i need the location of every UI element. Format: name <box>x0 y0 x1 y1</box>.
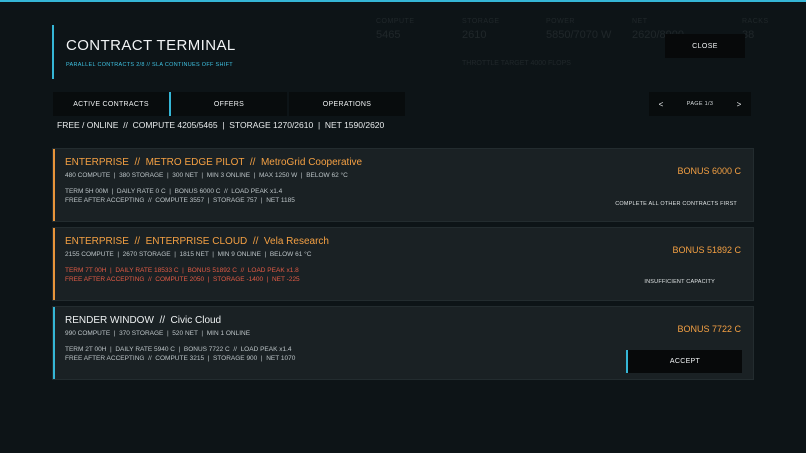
contract-terms: TERM 7T 00H | DAILY RATE 18533 C | BONUS… <box>65 266 300 284</box>
contract-bonus: BONUS 7722 C <box>677 324 741 334</box>
bg-stat-label: STORAGE <box>462 18 500 25</box>
top-accent-line <box>0 0 806 2</box>
card-accent <box>53 149 55 221</box>
contract-free-line: FREE AFTER ACCEPTING // COMPUTE 3557 | S… <box>65 197 295 204</box>
bg-stat-label: NET <box>632 18 648 25</box>
contract-note: INSUFFICIENT CAPACITY <box>644 279 715 285</box>
bg-stat-value: 2610 <box>462 29 487 41</box>
contract-free-line: FREE AFTER ACCEPTING // COMPUTE 2050 | S… <box>65 276 300 283</box>
bg-stat-value: 38 <box>742 29 755 41</box>
bg-stat: POWER 5850/7070 W <box>546 18 611 41</box>
bg-stat: RACKS 38 <box>742 18 769 41</box>
pager: < PAGE 1/3 > <box>649 92 751 116</box>
contract-terms: TERM 2T 00H | DAILY RATE 5940 C | BONUS … <box>65 345 295 363</box>
next-page-button[interactable]: > <box>727 92 751 116</box>
bg-stat-label: COMPUTE <box>376 18 415 25</box>
contract-title: RENDER WINDOW // Civic Cloud <box>65 315 222 326</box>
contract-terms-line: TERM 7T 00H | DAILY RATE 18533 C | BONUS… <box>65 267 299 274</box>
contract-bonus: BONUS 51892 C <box>672 245 741 255</box>
contract-terms-line: TERM 5H 00M | DAILY RATE 0 C | BONUS 600… <box>65 188 283 195</box>
bg-stat-value: 5850/7070 W <box>546 29 612 41</box>
card-accent <box>53 228 55 300</box>
bg-stat-label: POWER <box>546 18 575 25</box>
contract-card: ENTERPRISE // ENTERPRISE CLOUD // Vela R… <box>52 227 754 301</box>
close-button[interactable]: CLOSE <box>665 34 745 58</box>
tab-bar: ACTIVE CONTRACTS OFFERS OPERATIONS <box>53 92 407 116</box>
tab-offers[interactable]: OFFERS <box>171 92 287 116</box>
contract-title: ENTERPRISE // METRO EDGE PILOT // MetroG… <box>65 157 363 168</box>
contract-note: COMPLETE ALL OTHER CONTRACTS FIRST <box>615 201 737 207</box>
bg-note: THROTTLE TARGET 4000 FLOPS <box>462 60 571 67</box>
contract-specs: 2155 COMPUTE | 2670 STORAGE | 1815 NET |… <box>65 251 312 258</box>
prev-page-button[interactable]: < <box>649 92 673 116</box>
terminal-header: CONTRACT TERMINAL PARALLEL CONTRACTS 2/8… <box>52 25 392 79</box>
page-subtitle: PARALLEL CONTRACTS 2/8 // SLA CONTINUES … <box>66 62 233 68</box>
header-accent-bar <box>52 25 54 79</box>
contract-bonus: BONUS 6000 C <box>677 166 741 176</box>
bg-stat-label: RACKS <box>742 18 769 25</box>
tab-active-contracts[interactable]: ACTIVE CONTRACTS <box>53 92 171 116</box>
contract-title: ENTERPRISE // ENTERPRISE CLOUD // Vela R… <box>65 236 329 247</box>
card-accent <box>53 307 55 379</box>
contract-specs: 480 COMPUTE | 380 STORAGE | 300 NET | MI… <box>65 172 348 179</box>
page-title: CONTRACT TERMINAL <box>66 37 236 54</box>
page-indicator: PAGE 1/3 <box>686 101 714 107</box>
capacity-status: FREE / ONLINE // COMPUTE 4205/5465 | STO… <box>57 120 385 130</box>
contract-free-line: FREE AFTER ACCEPTING // COMPUTE 3215 | S… <box>65 355 296 362</box>
tab-operations[interactable]: OPERATIONS <box>289 92 405 116</box>
bg-stat: STORAGE 2610 <box>462 18 500 41</box>
contract-card: ENTERPRISE // METRO EDGE PILOT // MetroG… <box>52 148 754 222</box>
contract-specs: 990 COMPUTE | 370 STORAGE | 520 NET | MI… <box>65 330 251 337</box>
contract-card: RENDER WINDOW // Civic Cloud 990 COMPUTE… <box>52 306 754 380</box>
contract-terms-line: TERM 2T 00H | DAILY RATE 5940 C | BONUS … <box>65 346 292 353</box>
accept-button[interactable]: ACCEPT <box>626 350 742 373</box>
contract-terms: TERM 5H 00M | DAILY RATE 0 C | BONUS 600… <box>65 187 295 205</box>
